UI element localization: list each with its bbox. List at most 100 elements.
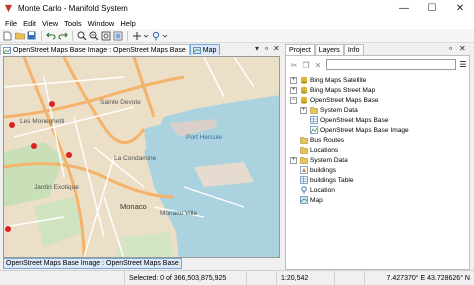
menu-bar: File Edit View Tools Window Help [0,17,474,29]
tree-node-label: Bing Maps Street Map [310,86,376,94]
map-icon [300,196,308,204]
project-search-input[interactable] [326,59,456,70]
menu-dropdown-icon[interactable]: ☰ [458,59,468,70]
toolbar-separator [127,30,128,41]
status-gap [334,270,364,285]
cut-icon[interactable]: ✂ [288,60,300,71]
tab-info[interactable]: Info [343,44,364,55]
tree-node-label: OpenStreet Maps Base [310,96,379,104]
expand-icon[interactable]: + [300,106,307,114]
menu-file[interactable]: File [2,19,20,28]
close-button[interactable]: ✕ [446,0,474,17]
main-toolbar [0,29,474,43]
zoom-extent-button[interactable] [100,30,111,41]
tree-node[interactable]: + System Data [290,155,348,165]
folder-icon [310,107,318,114]
map-label: Sainte Devote [100,99,141,106]
window-title: Monte Carlo - Manifold System [18,4,128,13]
map-label: Monaco Ville [160,210,197,217]
zoom-in-button[interactable] [76,30,87,41]
tree-node[interactable]: − OpenStreet Maps Base [290,95,379,105]
tree-node[interactable]: Location [300,185,335,195]
project-panel: ✂ ❐ ✕ ☰ + Bing Maps Satellite + Bing Map… [285,55,470,270]
table-icon [300,176,308,184]
tree-node[interactable]: OpenStreet Maps Base [310,115,389,125]
folder-icon [300,137,308,144]
tree-node-label: OpenStreet Maps Base [320,116,389,124]
tree-node-label: Bing Maps Satellite [310,76,367,84]
tree-node-label: OpenStreet Maps Base Image [320,126,409,134]
map-label: Monaco [120,202,147,211]
minimize-button[interactable]: — [390,0,418,17]
undo-button[interactable] [45,30,56,41]
tree-node-label: Bus Routes [310,136,345,144]
pane-pin-icon[interactable]: ∘ [448,44,453,53]
expand-icon[interactable]: + [290,156,297,164]
menu-edit[interactable]: Edit [20,19,39,28]
project-toolbar: ✂ ❐ ✕ ☰ [288,59,468,71]
map-label: La Condamine [114,155,157,162]
tree-node[interactable]: + Bing Maps Street Map [290,85,375,95]
tree-node[interactable]: Locations [300,145,338,155]
tab-layers[interactable]: Layers [314,44,344,55]
status-pin [246,270,276,285]
redo-button[interactable] [57,30,68,41]
copy-icon[interactable]: ❐ [300,60,312,71]
drawing-icon [300,166,308,174]
bottom-tab-basemap-image[interactable]: OpenStreet Maps Base Image : OpenStreet … [3,258,182,269]
new-file-button[interactable] [2,30,13,41]
menu-view[interactable]: View [39,19,61,28]
refresh-button[interactable] [112,30,123,41]
status-coordinates: 7.427370° E 43.728626° N [364,270,474,285]
delete-icon[interactable]: ✕ [312,60,324,71]
menu-window[interactable]: Window [85,19,118,28]
chevron-down-icon[interactable] [143,30,149,41]
map-label: Les Moneghetti [20,118,64,125]
expand-icon[interactable]: + [290,86,297,94]
expand-icon[interactable]: + [290,76,297,84]
map-canvas: Sainte Devote Les Moneghetti Port Hercul… [4,57,279,257]
pane-close-icon[interactable]: ✕ [273,44,280,53]
toolbar-separator [72,30,73,41]
database-icon [301,96,307,104]
project-pane-tabs: Project Layers Info ∘ ✕ [285,43,474,55]
status-selection: Selected: 0 of 366,503,875,925 [124,270,246,285]
tree-node[interactable]: buildings [300,165,336,175]
tree-node[interactable]: Bus Routes [300,135,344,145]
save-button[interactable] [26,30,37,41]
tree-node-label: System Data [310,156,348,164]
tree-node-label: buildings [310,166,337,174]
status-scale[interactable]: 1:20,542 [276,270,334,285]
map-label: Jardin Exotique [34,184,79,191]
pane-dropdown-icon[interactable]: ▾ [255,44,259,53]
map-icon [192,46,201,54]
pane-close-icon[interactable]: ✕ [459,44,466,53]
tree-node[interactable]: + System Data [300,105,358,115]
database-icon [301,76,307,84]
tree-node[interactable]: OpenStreet Maps Base Image [310,125,409,135]
map-view[interactable]: Sainte Devote Les Moneghetti Port Hercul… [3,56,280,258]
image-icon [310,126,318,134]
tab-map[interactable]: Map [189,44,221,55]
pane-pin-icon[interactable]: ∘ [264,44,269,53]
location-icon [301,186,307,194]
tab-label: OpenStreet Maps Base Image : OpenStreet … [13,46,186,54]
add-component-button[interactable] [131,30,142,41]
menu-tools[interactable]: Tools [61,19,85,28]
maximize-button[interactable]: ☐ [418,0,446,17]
menu-help[interactable]: Help [117,19,138,28]
tree-node[interactable]: + Bing Maps Satellite [290,75,366,85]
open-folder-button[interactable] [14,30,25,41]
collapse-icon[interactable]: − [290,96,297,104]
manifold-logo-icon [4,4,13,13]
chevron-down-icon[interactable] [162,30,168,41]
table-icon [310,116,318,124]
tab-basemap-image[interactable]: OpenStreet Maps Base Image : OpenStreet … [0,44,190,55]
tree-node[interactable]: buildings Table [300,175,354,185]
zoom-out-button[interactable] [88,30,99,41]
location-tool-button[interactable] [150,30,161,41]
tab-project[interactable]: Project [285,44,315,55]
tree-node[interactable]: Map [300,195,323,205]
image-icon [3,46,11,54]
tab-label: Map [202,46,217,54]
